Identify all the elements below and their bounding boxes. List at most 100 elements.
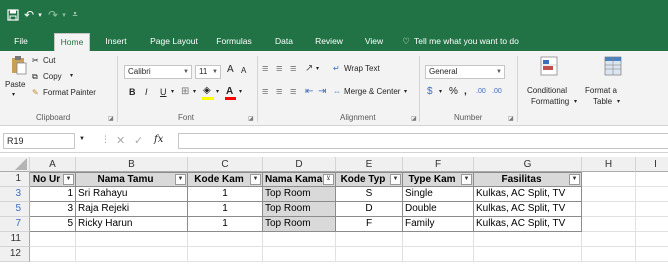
format-painter-button[interactable]: Format Painter	[43, 88, 96, 97]
table-cell-fasilitas[interactable]: Kulkas, AC Split, TV	[474, 217, 582, 232]
borders-icon[interactable]: ⊞	[181, 86, 189, 97]
alignment-launcher-icon[interactable]: ◪	[411, 115, 417, 122]
empty-cell[interactable]	[636, 247, 668, 262]
name-box[interactable]: R19	[3, 133, 75, 149]
increase-indent-icon[interactable]: ⇥	[318, 86, 326, 97]
empty-cell[interactable]	[76, 232, 188, 247]
empty-cell[interactable]	[636, 187, 668, 202]
merge-center-icon[interactable]: ⇔	[333, 87, 341, 96]
paste-dropdown-icon[interactable]: ▾	[12, 91, 15, 98]
undo-dropdown-icon[interactable]: ▾	[36, 0, 44, 29]
conditional-formatting-icon[interactable]	[539, 55, 561, 77]
table-cell-nama-tamu[interactable]: Ricky Harun	[76, 217, 188, 232]
tab-home[interactable]: Home	[54, 33, 90, 51]
filter-dropdown-icon[interactable]: ▼	[461, 174, 472, 185]
save-icon[interactable]	[4, 0, 22, 29]
header-cell-nama-tamu[interactable]: Nama Tamu ▼	[76, 172, 188, 187]
table-cell-kode-type[interactable]: F	[336, 217, 403, 232]
header-cell-no-urut[interactable]: No Ur ▼	[30, 172, 76, 187]
empty-cell[interactable]	[403, 232, 474, 247]
row-header[interactable]: 11	[0, 232, 30, 247]
select-all-corner[interactable]	[0, 157, 30, 172]
formula-input[interactable]	[178, 133, 668, 149]
row-header[interactable]: 12	[0, 247, 30, 262]
font-color-dropdown-icon[interactable]: ▾	[239, 88, 242, 95]
accounting-format-icon[interactable]: $	[427, 86, 433, 97]
paste-icon[interactable]	[10, 55, 28, 75]
table-cell-type-kamar[interactable]: Single	[403, 187, 474, 202]
redo-icon[interactable]: ↷	[46, 0, 60, 29]
empty-cell[interactable]	[30, 232, 76, 247]
redo-dropdown-icon[interactable]: ▾	[60, 0, 68, 29]
italic-button[interactable]: I	[145, 87, 148, 97]
table-cell-nama-tamu[interactable]: Raja Rejeki	[76, 202, 188, 217]
empty-cell[interactable]	[636, 172, 668, 187]
tell-me-input[interactable]: Tell me what you want to do	[414, 33, 548, 51]
tab-review[interactable]: Review	[312, 33, 346, 51]
orientation-icon[interactable]: ↗	[305, 63, 313, 74]
font-name-select[interactable]: Calibri ▼	[124, 65, 192, 79]
format-as-table-dropdown-icon[interactable]: ▾	[617, 98, 620, 105]
conditional-formatting-label-2[interactable]: Formatting	[531, 97, 569, 106]
table-cell-fasilitas[interactable]: Kulkas, AC Split, TV	[474, 202, 582, 217]
table-cell-kode-type[interactable]: S	[336, 187, 403, 202]
clipboard-launcher-icon[interactable]: ◪	[108, 115, 114, 122]
table-cell-nama-tamu[interactable]: Sri Rahayu	[76, 187, 188, 202]
empty-cell[interactable]	[582, 187, 636, 202]
font-color-icon[interactable]: A	[226, 86, 233, 97]
decrease-indent-icon[interactable]: ⇤	[305, 86, 313, 97]
filter-dropdown-icon[interactable]: ▼	[390, 174, 401, 185]
tab-page-layout[interactable]: Page Layout	[146, 33, 202, 51]
format-painter-icon[interactable]: ✎	[32, 88, 39, 97]
empty-cell[interactable]	[263, 247, 336, 262]
column-header-a[interactable]: A	[30, 157, 76, 172]
cut-button[interactable]: Cut	[43, 56, 55, 65]
tab-insert[interactable]: Insert	[101, 33, 131, 51]
column-header-c[interactable]: C	[188, 157, 263, 172]
copy-icon[interactable]: ⧉	[32, 72, 38, 82]
number-format-select[interactable]: General ▼	[425, 65, 505, 79]
underline-button[interactable]: U	[160, 87, 167, 97]
empty-cell[interactable]	[30, 247, 76, 262]
cut-icon[interactable]: ✂	[32, 56, 39, 65]
merge-dropdown-icon[interactable]: ▾	[404, 88, 407, 95]
enter-icon[interactable]: ✓	[134, 134, 143, 147]
empty-cell[interactable]	[336, 247, 403, 262]
copy-dropdown-icon[interactable]: ▾	[70, 72, 73, 79]
font-launcher-icon[interactable]: ◪	[248, 115, 254, 122]
insert-function-icon[interactable]: fx	[154, 134, 163, 145]
row-header[interactable]: 3	[0, 187, 30, 202]
table-cell-type-kamar[interactable]: Family	[403, 217, 474, 232]
bold-button[interactable]: B	[129, 87, 136, 97]
tab-view[interactable]: View	[362, 33, 386, 51]
table-cell-kode-kamar[interactable]: 1	[188, 217, 263, 232]
decrease-decimal-button[interactable]: .00	[492, 88, 502, 95]
table-cell-nama-kamar[interactable]: Top Room	[263, 187, 336, 202]
shrink-font-button[interactable]: A	[241, 66, 246, 75]
align-bottom-icon[interactable]: ≡	[290, 63, 296, 75]
header-cell-fasilitas[interactable]: Fasilitas ▼	[474, 172, 582, 187]
conditional-formatting-dropdown-icon[interactable]: ▾	[574, 98, 577, 105]
undo-icon[interactable]: ↶	[22, 0, 36, 29]
empty-cell[interactable]	[582, 247, 636, 262]
tab-formulas[interactable]: Formulas	[213, 33, 255, 51]
customize-icon[interactable]: ⩡	[70, 0, 80, 29]
empty-cell[interactable]	[474, 232, 582, 247]
fill-color-dropdown-icon[interactable]: ▾	[216, 88, 219, 95]
underline-dropdown-icon[interactable]: ▾	[171, 88, 174, 95]
name-box-dropdown-icon[interactable]: ▼	[79, 136, 85, 142]
header-cell-nama-kamar[interactable]: Nama Kama ⊻	[263, 172, 336, 187]
comma-style-button[interactable]: ,	[464, 86, 467, 97]
filter-dropdown-icon[interactable]: ▼	[175, 174, 186, 185]
empty-cell[interactable]	[188, 232, 263, 247]
copy-button[interactable]: Copy	[43, 72, 62, 81]
wrap-text-button[interactable]: Wrap Text	[344, 64, 380, 73]
header-cell-kode-type[interactable]: Kode Typ ▼	[336, 172, 403, 187]
empty-cell[interactable]	[582, 232, 636, 247]
tab-file[interactable]: File	[8, 33, 34, 51]
empty-cell[interactable]	[636, 202, 668, 217]
empty-cell[interactable]	[336, 232, 403, 247]
table-cell-nama-kamar[interactable]: Top Room	[263, 202, 336, 217]
align-middle-icon[interactable]: ≡	[276, 63, 282, 75]
column-header-h[interactable]: H	[582, 157, 636, 172]
